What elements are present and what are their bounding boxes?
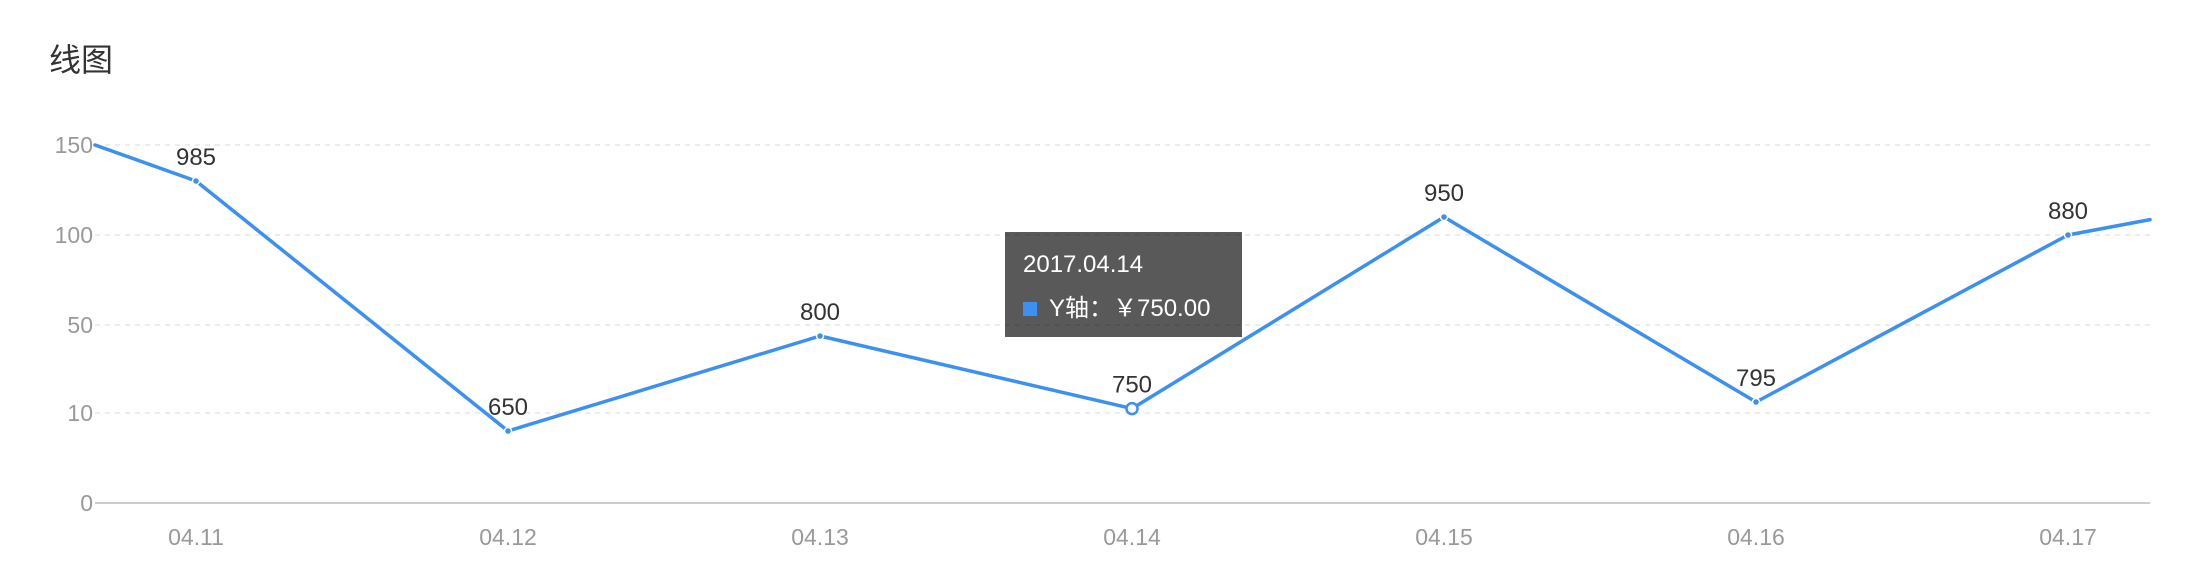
- y-tick-label: 0: [80, 490, 93, 516]
- y-tick-label: 10: [67, 400, 93, 426]
- data-point: [815, 331, 825, 341]
- x-tick-label: 04.15: [1415, 524, 1473, 550]
- tooltip-series-marker: [1023, 302, 1037, 316]
- data-point-active: [1125, 401, 1139, 416]
- x-tick-label: 04.16: [1727, 524, 1785, 550]
- y-tick-label: 100: [55, 222, 93, 248]
- tooltip-value: ￥750.00: [1113, 295, 1211, 322]
- line-chart-card: 线图 0 10 50 100 150 04.11 04.12 04.13 04.14 04.15…: [0, 0, 2200, 588]
- data-label: 985: [176, 144, 216, 171]
- y-tick-label: 150: [55, 132, 93, 158]
- data-label: 800: [800, 299, 840, 326]
- data-point: [1751, 397, 1761, 407]
- data-label: 880: [2048, 198, 2088, 225]
- data-label: 750: [1112, 372, 1152, 399]
- y-tick-label: 50: [67, 312, 93, 338]
- data-point: [2063, 230, 2073, 240]
- x-axis-ticks: 04.11 04.12 04.13 04.14 04.15 04.16 04.17: [168, 524, 2097, 550]
- data-point: [191, 176, 201, 186]
- tooltip-title: 2017.04.14: [1023, 251, 1144, 278]
- x-tick-label: 04.14: [1103, 524, 1161, 550]
- x-tick-label: 04.12: [479, 524, 537, 550]
- data-point: [1439, 212, 1449, 222]
- tooltip-row: Y轴： ￥750.00: [1023, 292, 1224, 326]
- data-label: 650: [488, 394, 528, 421]
- data-label: 795: [1736, 365, 1776, 392]
- tooltip-series-label: Y轴：: [1049, 295, 1114, 322]
- chart-tooltip: 2017.04.14 Y轴： ￥750.00: [1005, 232, 1242, 337]
- data-point: [503, 426, 513, 436]
- data-label: 950: [1424, 180, 1464, 207]
- x-tick-label: 04.17: [2039, 524, 2097, 550]
- x-tick-label: 04.13: [791, 524, 849, 550]
- y-axis-ticks: 0 10 50 100 150: [55, 132, 93, 516]
- x-tick-label: 04.11: [168, 524, 224, 550]
